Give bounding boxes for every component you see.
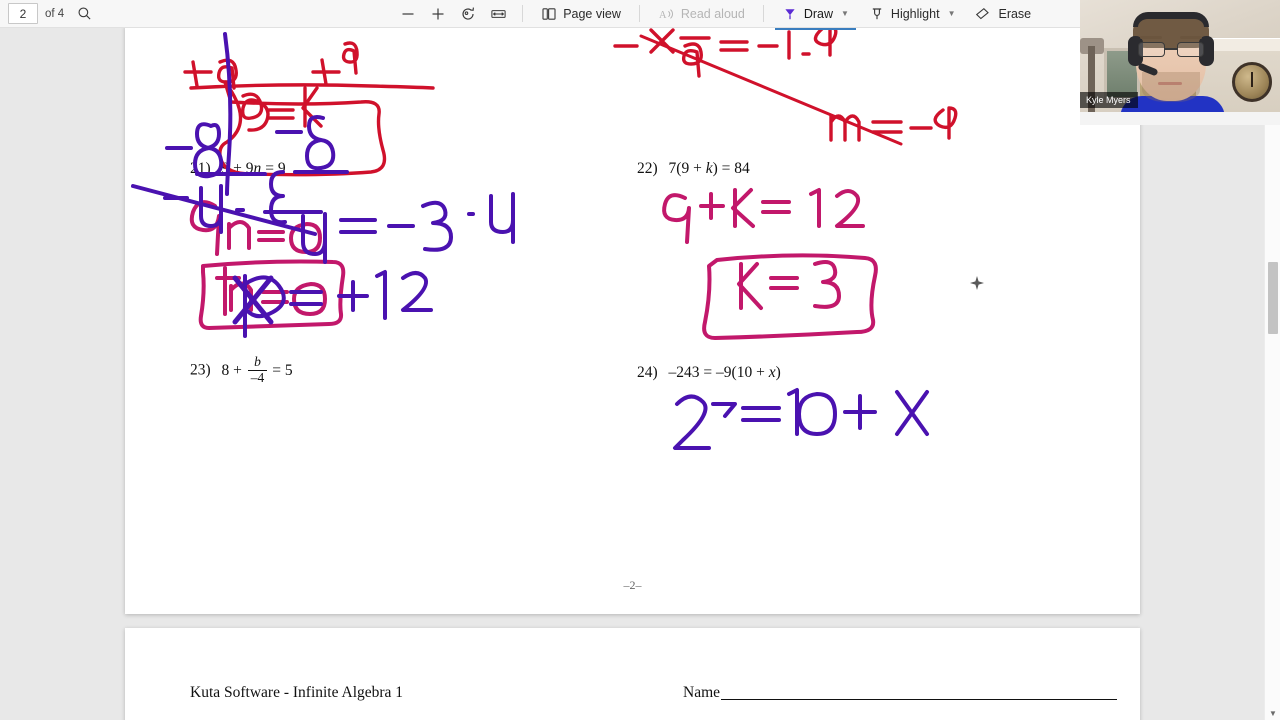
- fit-to-width-button[interactable]: [484, 2, 513, 26]
- rotate-icon: [460, 6, 476, 22]
- webcam-overlay[interactable]: Kyle Myers: [1080, 0, 1280, 125]
- rotate-button[interactable]: [454, 2, 482, 26]
- problem-22: 22) 7(9 + k) = 84: [637, 160, 750, 178]
- problem-21-rhs: = 9: [265, 160, 286, 177]
- problem-23: 23) 8 + b –4 = 5: [190, 354, 293, 386]
- problem-24-var: x: [768, 364, 776, 381]
- page-number-value: 2: [19, 6, 27, 21]
- problem-22-rhs: ) = 84: [712, 160, 750, 177]
- zoom-in-button[interactable]: [424, 2, 452, 26]
- ink-red-top-right: [613, 28, 958, 146]
- pen-crosshair-cursor: [970, 276, 984, 290]
- participant-name-label: Kyle Myers: [1080, 92, 1138, 108]
- scrollbar-down-arrow-icon[interactable]: ▼: [1265, 709, 1280, 718]
- document-page-2: 21) 9 + 9n = 9 22) 7(9 + k) = 84 23) 8 + …: [125, 28, 1140, 614]
- problem-24: 24) –243 = –9(10 + x): [637, 364, 781, 382]
- erase-button[interactable]: Erase: [966, 2, 1040, 26]
- lens-right: [1177, 42, 1204, 57]
- page-view-label: Page view: [563, 6, 621, 21]
- ink-problem-24: [673, 388, 929, 450]
- highlighter-icon: [869, 6, 885, 22]
- name-label: Name: [683, 684, 721, 701]
- eyeglasses: [1138, 42, 1204, 57]
- document-viewer[interactable]: 21) 9 + 9n = 9 22) 7(9 + k) = 84 23) 8 + …: [0, 28, 1280, 720]
- problem-24-number: 24): [637, 364, 658, 381]
- read-aloud-label: Read aloud: [680, 6, 745, 21]
- problem-23-rhs: = 5: [272, 361, 293, 379]
- toolbar-left-group: 2 of 4: [0, 2, 98, 26]
- eyebrow-right: [1180, 36, 1202, 39]
- page-2-footer-number: –2–: [623, 578, 642, 592]
- ink-problem-21: [189, 200, 346, 330]
- ink-problem-22: [662, 188, 878, 340]
- problem-23-lhs: 8 +: [221, 361, 246, 379]
- draw-label: Draw: [803, 6, 833, 21]
- problem-21-number: 21): [190, 160, 211, 177]
- toolbar-divider-3: [762, 5, 764, 22]
- problem-22-var: k: [705, 160, 713, 177]
- page-view-icon: [541, 6, 557, 22]
- ink-red-top-left: [183, 41, 435, 177]
- problem-21: 21) 9 + 9n = 9: [190, 160, 286, 178]
- svg-text:A: A: [659, 9, 667, 20]
- toolbar-divider-2: [638, 5, 640, 22]
- webcam-bottom-bar: [1080, 112, 1280, 125]
- page-number-input[interactable]: 2: [8, 3, 38, 24]
- draw-button[interactable]: Draw ▼: [773, 2, 858, 30]
- problem-23-number: 23): [190, 361, 211, 379]
- ink-annotation-layer: [131, 28, 958, 450]
- worksheet-title: Kuta Software - Infinite Algebra 1: [190, 684, 404, 701]
- name-field-label: Name: [683, 684, 1118, 702]
- toolbar-center-group: Page view A Read aloud Draw ▼ Highlight …: [394, 2, 1040, 30]
- read-aloud-icon: A: [658, 6, 675, 22]
- eraser-icon: [975, 6, 992, 22]
- search-button[interactable]: [71, 2, 98, 26]
- chevron-down-icon-2[interactable]: ▼: [948, 9, 956, 18]
- minus-icon: [400, 6, 416, 22]
- page-view-button[interactable]: Page view: [532, 2, 630, 26]
- name-blank-line: [721, 699, 1118, 700]
- problem-21-lhs: 9 + 9: [221, 160, 254, 177]
- app-root: 2 of 4 Page view A Read aloud Draw ▼ Hig…: [0, 0, 1280, 720]
- problem-24-rhs: ): [775, 364, 781, 381]
- eyebrow-left: [1140, 36, 1162, 39]
- wall-clock-icon: [1232, 62, 1272, 102]
- headset-band: [1133, 12, 1209, 27]
- problem-24-lhs: –243 = –9(10 +: [668, 364, 769, 381]
- fit-to-width-icon: [490, 6, 507, 22]
- problem-23-numerator: b: [254, 354, 261, 369]
- problem-23-denominator: –4: [247, 369, 268, 386]
- toolbar-divider: [522, 5, 524, 22]
- problem-21-var: n: [253, 160, 262, 177]
- read-aloud-button[interactable]: A Read aloud: [649, 2, 754, 26]
- pen-icon: [782, 6, 798, 22]
- highlight-label: Highlight: [890, 6, 940, 21]
- zoom-out-button[interactable]: [394, 2, 422, 26]
- problem-22-lhs: 7(9 +: [668, 160, 706, 177]
- page-count-label: of 4: [45, 7, 65, 20]
- highlight-button[interactable]: Highlight ▼: [860, 2, 965, 26]
- erase-label: Erase: [998, 6, 1032, 21]
- document-page-3: Kuta Software - Infinite Algebra 1 Name: [125, 628, 1140, 720]
- chevron-down-icon[interactable]: ▼: [841, 9, 849, 18]
- scrollbar-thumb[interactable]: [1268, 262, 1278, 334]
- problem-22-number: 22): [637, 160, 658, 177]
- glasses-bridge: [1165, 48, 1177, 50]
- ink-problem-23: [131, 32, 515, 338]
- problem-23-fraction: b –4: [247, 354, 268, 386]
- person-mouth: [1158, 82, 1182, 85]
- search-icon: [77, 6, 92, 21]
- lens-left: [1138, 42, 1165, 57]
- plus-icon: [430, 6, 446, 22]
- vertical-scrollbar[interactable]: ▼: [1264, 28, 1280, 720]
- person-beard: [1142, 72, 1200, 102]
